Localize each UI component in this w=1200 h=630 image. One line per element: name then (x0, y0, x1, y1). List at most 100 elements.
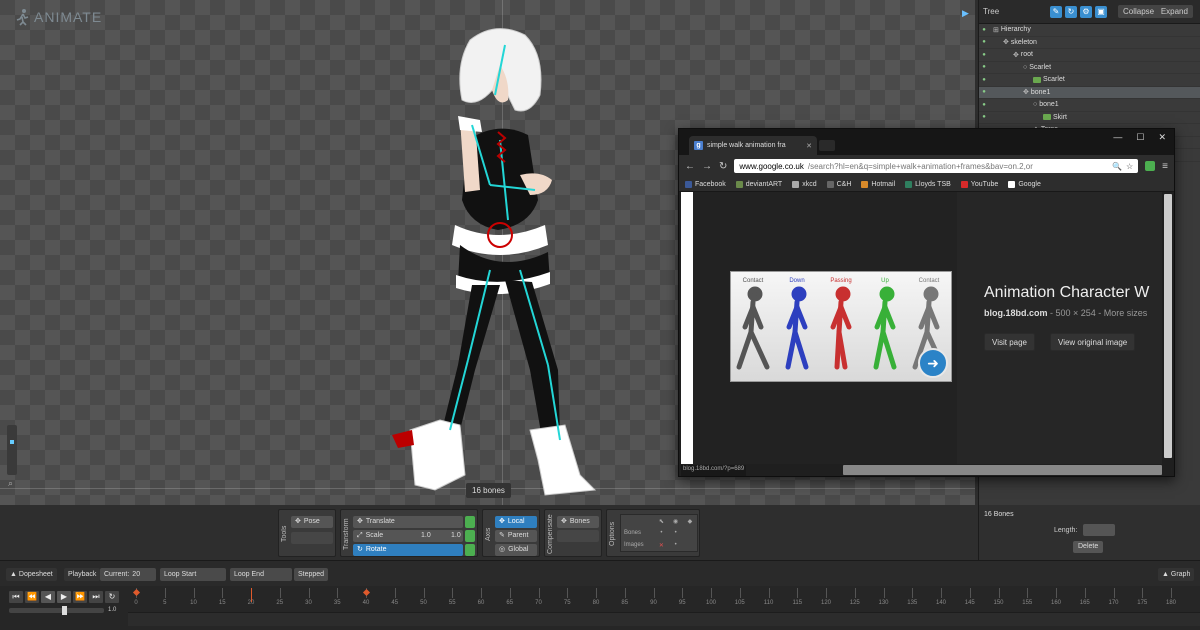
maximize-icon[interactable]: ☐ (1136, 132, 1144, 143)
bookmark-label: Hotmail (871, 180, 896, 188)
rotate-key-button[interactable] (465, 544, 475, 556)
minimize-icon[interactable]: — (1113, 132, 1122, 143)
zoom-slider-handle[interactable] (10, 440, 14, 444)
playback-speed-slider[interactable] (9, 608, 104, 613)
tree-row[interactable]: ● ✥ bone1 (979, 86, 1200, 99)
play-reverse-icon[interactable]: ◀ (41, 591, 55, 603)
tree-row[interactable]: ● ⊞ Hierarchy (979, 24, 1200, 37)
scale-key-button[interactable] (465, 530, 475, 542)
visibility-icon[interactable]: ● (979, 52, 989, 58)
tree-row[interactable]: ● ✥ root (979, 49, 1200, 62)
back-icon[interactable]: ← (685, 161, 695, 172)
tree-row[interactable]: ● ○ Scarlet (979, 62, 1200, 74)
panel-toggle-icon[interactable]: ▶ (962, 8, 969, 19)
loop-icon[interactable]: ↻ (105, 591, 119, 603)
bone-icon: ✥ (1023, 89, 1029, 97)
keyframe-marker[interactable] (362, 588, 371, 597)
extension-icon[interactable] (1145, 161, 1156, 171)
pose-tool-button[interactable]: ✥ Pose (291, 516, 333, 528)
visibility-icon[interactable]: ● (979, 27, 989, 33)
timeline-ruler[interactable]: 0 5 10 15 20 25 30 35 40 45 50 55 60 65 70 75 80 85 90 95 10… (128, 586, 1200, 630)
horizontal-scrollbar[interactable] (843, 465, 1162, 475)
global-axis-button[interactable]: ◎ Global (495, 544, 537, 556)
refresh-icon[interactable]: ↻ (1065, 5, 1077, 18)
keyframe-marker[interactable] (132, 588, 141, 597)
translate-key-button[interactable] (465, 516, 475, 528)
visibility-icon[interactable]: ● (979, 102, 989, 108)
scale-y-value[interactable]: 1.0 (451, 532, 461, 539)
tree-row[interactable]: ● ○ bone1 (979, 99, 1200, 112)
compensate-bones-button[interactable]: ✥ Bones (557, 516, 599, 528)
zoom-icon[interactable]: ⌕ (8, 478, 18, 488)
first-frame-icon[interactable]: ⏮ (9, 591, 23, 603)
address-bar[interactable]: www.google.co.uk/search?hl=en&q=simple+w… (734, 159, 1139, 173)
bookmark-item[interactable]: Hotmail (861, 180, 896, 188)
visibility-icon[interactable]: ● (979, 39, 989, 45)
parent-axis-button[interactable]: ✎ Parent (495, 530, 537, 542)
scale-tool-button[interactable]: ⤢ Scale (353, 530, 463, 542)
next-key-icon[interactable]: ⏩ (73, 591, 87, 603)
star-icon[interactable]: ☆ (1126, 162, 1133, 171)
length-input[interactable] (1083, 524, 1115, 536)
rotate-tool-button[interactable]: ↻ Rotate (353, 544, 463, 556)
scale-x-value[interactable]: 1.0 (421, 532, 431, 539)
new-tab-button[interactable] (819, 140, 835, 151)
close-window-icon[interactable]: ✕ (1158, 132, 1166, 143)
play-icon[interactable]: ▶ (57, 591, 71, 603)
bookmark-item[interactable]: xkcd (792, 180, 817, 188)
graph-tab[interactable]: ▲ Graph (1158, 568, 1195, 581)
playhead[interactable] (251, 588, 252, 602)
close-tab-icon[interactable]: ✕ (806, 142, 812, 150)
stepped-toggle[interactable]: Stepped (294, 568, 329, 581)
vertical-scrollbar[interactable] (1164, 194, 1172, 458)
bookmark-item[interactable]: C&H (826, 180, 851, 188)
search-icon[interactable]: 🔍 (1112, 162, 1122, 171)
timeline-tick-label: 150 (993, 600, 1004, 606)
collapse-expand-toggle[interactable]: Collapse Expand (1118, 5, 1193, 18)
options-images-row[interactable]: Images ✕ • (621, 539, 697, 551)
pencil-icon[interactable]: ✎ (1050, 5, 1062, 18)
current-frame-field[interactable]: Current: 20 (100, 568, 156, 581)
gear-icon[interactable]: ⚙ (1080, 5, 1092, 18)
options-bones-row[interactable]: Bones • • (621, 527, 697, 539)
forward-icon[interactable]: → (702, 161, 712, 172)
visit-page-button[interactable]: Visit page (984, 333, 1035, 351)
menu-icon[interactable]: ≡ (1162, 161, 1168, 172)
walk-cycle-thumbnail[interactable]: Contact Down Passing Up Contact ➜ (730, 271, 952, 382)
bookmark-item[interactable]: YouTube (960, 180, 998, 188)
bookmark-item[interactable]: deviantART (735, 180, 782, 188)
collapse-button[interactable]: Collapse (1123, 7, 1154, 16)
character-rig[interactable] (380, 20, 620, 500)
timeline-track[interactable] (128, 612, 1200, 626)
image-icon[interactable]: ▣ (1095, 5, 1107, 18)
translate-tool-button[interactable]: ✥ Translate (353, 516, 463, 528)
bookmark-item[interactable]: Lloyds TSB (905, 180, 951, 188)
visibility-icon[interactable]: ● (979, 64, 989, 70)
timeline-tick-label: 95 (678, 600, 686, 606)
bookmark-item[interactable]: Facebook (685, 180, 726, 188)
browser-tab[interactable]: g simple walk animation fra ✕ (689, 136, 817, 155)
playback-speed-handle[interactable] (62, 606, 67, 615)
bookmark-item[interactable]: Google (1008, 180, 1041, 188)
next-arrow-icon[interactable]: ➜ (918, 348, 948, 378)
tree-row[interactable]: ● Skirt (979, 112, 1200, 124)
visibility-icon[interactable]: ● (979, 89, 989, 95)
local-axis-button[interactable]: ✥ Local (495, 516, 537, 528)
loop-end-field[interactable]: Loop End (230, 568, 292, 581)
visibility-icon[interactable]: ● (979, 77, 989, 83)
timeline-tick (854, 588, 856, 598)
visibility-icon[interactable]: ● (979, 114, 989, 120)
prev-key-icon[interactable]: ⏪ (25, 591, 39, 603)
delete-bone-button[interactable]: Delete (1073, 541, 1104, 553)
view-original-button[interactable]: View original image (1050, 333, 1136, 351)
tree-row[interactable]: ● ✥ skeleton (979, 37, 1200, 49)
loop-start-field[interactable]: Loop Start (160, 568, 226, 581)
reload-icon[interactable]: ↻ (719, 161, 727, 172)
expand-button[interactable]: Expand (1161, 7, 1188, 16)
timeline-tick (1027, 588, 1029, 598)
last-frame-icon[interactable]: ⏭ (89, 591, 103, 603)
dopesheet-tab[interactable]: ▲ Dopesheet (6, 568, 57, 581)
tree-row[interactable]: ● Scarlet (979, 74, 1200, 87)
walk-phase-figure (736, 286, 770, 370)
zoom-slider[interactable] (7, 425, 17, 475)
